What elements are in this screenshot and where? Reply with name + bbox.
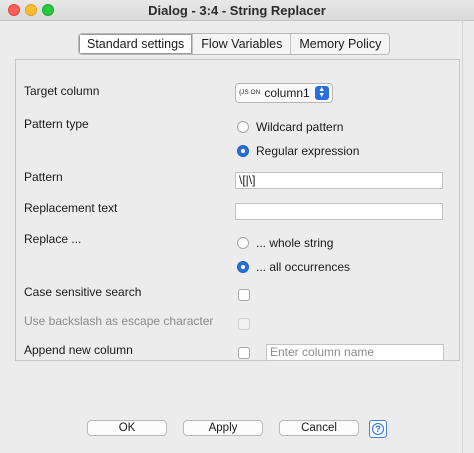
backslash-escape-label: Use backslash as escape character (24, 314, 214, 328)
replacement-text-label: Replacement text (24, 201, 118, 215)
append-column-label: Append new column (24, 343, 133, 357)
window-title: Dialog - 3:4 - String Replacer (148, 3, 326, 18)
radio-selected-icon (237, 261, 249, 273)
replacement-text-input[interactable] (235, 203, 443, 220)
help-icon: ? (372, 423, 384, 435)
apply-button[interactable]: Apply (183, 420, 263, 436)
wildcard-pattern-label: Wildcard pattern (256, 120, 344, 134)
append-column-checkbox[interactable] (238, 347, 250, 359)
backslash-escape-checkbox[interactable] (238, 318, 250, 330)
ok-button[interactable]: OK (87, 420, 167, 436)
all-occurrences-radio[interactable]: ... all occurrences (237, 260, 350, 274)
radio-icon (237, 121, 249, 133)
window-edge-divider (462, 20, 463, 453)
target-column-value: column1 (264, 86, 310, 100)
title-bar: Dialog - 3:4 - String Replacer (0, 0, 474, 21)
pattern-label: Pattern (24, 170, 63, 184)
cancel-button[interactable]: Cancel (279, 420, 359, 436)
tab-standard-settings[interactable]: Standard settings (79, 34, 193, 54)
case-sensitive-checkbox[interactable] (238, 289, 250, 301)
whole-string-radio[interactable]: ... whole string (237, 236, 333, 250)
replace-label: Replace ... (24, 232, 82, 246)
pattern-type-label: Pattern type (24, 117, 89, 131)
pattern-input[interactable]: \[|\] (235, 172, 443, 189)
wildcard-pattern-radio[interactable]: Wildcard pattern (237, 120, 343, 134)
target-column-label: Target column (24, 84, 100, 98)
target-column-select[interactable]: {JS ON column1 ▲ ▼ (235, 83, 333, 103)
chevron-updown-icon: ▲ ▼ (314, 86, 329, 100)
whole-string-label: ... whole string (256, 236, 334, 250)
json-icon: {JS ON (239, 88, 261, 96)
radio-selected-icon (237, 145, 249, 157)
regular-expression-radio[interactable]: Regular expression (237, 144, 359, 158)
column-name-input[interactable]: Enter column name (266, 344, 444, 361)
tab-bar: Standard settings Flow Variables Memory … (78, 33, 391, 55)
radio-icon (237, 237, 249, 249)
case-sensitive-label: Case sensitive search (24, 285, 142, 299)
tab-memory-policy[interactable]: Memory Policy (290, 34, 389, 54)
help-button[interactable]: ? (369, 420, 387, 438)
all-occurrences-label: ... all occurrences (256, 260, 351, 274)
tab-flow-variables[interactable]: Flow Variables (192, 34, 290, 54)
regular-expression-label: Regular expression (256, 144, 360, 158)
